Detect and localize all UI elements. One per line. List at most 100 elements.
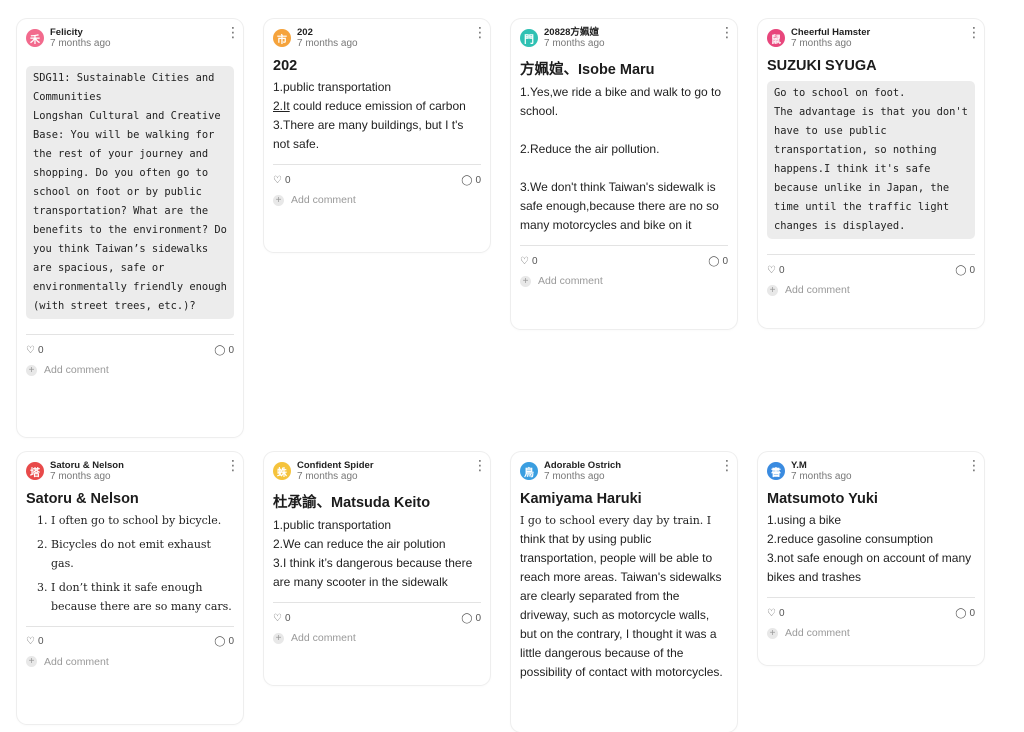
add-comment-button[interactable]: + Add comment <box>767 279 975 301</box>
like-count: 0 <box>37 344 44 356</box>
avatar: 門 <box>520 29 538 47</box>
divider <box>520 245 728 246</box>
comment-count: 0 <box>228 344 234 356</box>
comment-button[interactable]: ◯ 0 <box>461 613 481 624</box>
add-comment-label: Add comment <box>44 364 109 376</box>
post-card[interactable]: 鼠 Cheerful Hamster 7 months ago ⋮ SUZUKI … <box>758 19 984 328</box>
author-name: Satoru & Nelson <box>50 460 124 471</box>
more-options-icon[interactable]: ⋮ <box>473 26 487 41</box>
add-comment-button[interactable]: + Add comment <box>26 651 234 673</box>
list-item: Bicycles do not emit exhaust gas. <box>51 535 234 574</box>
comment-icon: ◯ <box>461 174 473 186</box>
avatar: 鼠 <box>767 29 785 47</box>
post-card[interactable]: 鳥 Adorable Ostrich 7 months ago ⋮ Kamiyam… <box>511 452 737 732</box>
comment-button[interactable]: ◯ 0 <box>955 265 975 276</box>
list-item: I don’t think it safe enough because the… <box>51 578 234 617</box>
divider <box>767 597 975 598</box>
more-options-icon[interactable]: ⋮ <box>967 26 981 41</box>
post-time: 7 months ago <box>544 38 605 49</box>
add-comment-label: Add comment <box>785 284 850 296</box>
like-button[interactable]: ♡ 0 <box>273 613 291 624</box>
author-name: Confident Spider <box>297 460 374 471</box>
post-time: 7 months ago <box>297 471 358 482</box>
like-button[interactable]: ♡ 0 <box>767 265 785 276</box>
comment-count: 0 <box>475 612 481 624</box>
list-item: I often go to school by bicycle. <box>51 511 234 531</box>
post-card[interactable]: 塔 Satoru & Nelson 7 months ago ⋮ Satoru &… <box>17 452 243 724</box>
plus-icon: + <box>520 275 531 287</box>
like-button[interactable]: ♡ 0 <box>26 345 44 356</box>
author-name: 202 <box>297 27 313 38</box>
post-body: 1.public transportation 2.We can reduce … <box>273 518 473 589</box>
post-card[interactable]: 禾 Felicity 7 months ago ⋮ SDG11: Sustaina… <box>17 19 243 437</box>
divider <box>273 164 481 165</box>
comment-button[interactable]: ◯ 0 <box>955 608 975 619</box>
post-card[interactable]: 蛛 Confident Spider 7 months ago ⋮ 杜承諭、Mat… <box>264 452 490 685</box>
author-name: Y.M <box>791 460 807 471</box>
avatar: 禾 <box>26 29 44 47</box>
like-button[interactable]: ♡ 0 <box>26 636 44 647</box>
divider <box>767 254 975 255</box>
comment-count: 0 <box>228 636 234 647</box>
post-card[interactable]: 門 20828方姵媗 7 months ago ⋮ 方姵媗、Isobe Maru … <box>511 19 737 329</box>
like-count: 0 <box>531 255 538 267</box>
post-header: 門 20828方姵媗 7 months ago ⋮ <box>520 26 734 57</box>
post-card[interactable]: 書 Y.M 7 months ago ⋮ Matsumoto Yuki 1.usi… <box>758 452 984 665</box>
more-options-icon[interactable]: ⋮ <box>226 26 240 41</box>
heart-icon: ♡ <box>26 636 35 647</box>
add-comment-label: Add comment <box>291 632 356 644</box>
heart-icon: ♡ <box>767 607 776 619</box>
post-title: Kamiyama Haruki <box>520 491 642 507</box>
comment-count: 0 <box>969 607 975 619</box>
comment-icon: ◯ <box>461 612 473 624</box>
post-header: 市 202 7 months ago ⋮ <box>273 26 487 57</box>
add-comment-button[interactable]: + Add comment <box>273 189 481 211</box>
comment-count: 0 <box>969 264 975 276</box>
avatar: 蛛 <box>273 462 291 480</box>
heart-icon: ♡ <box>273 174 282 186</box>
more-options-icon[interactable]: ⋮ <box>226 459 240 474</box>
plus-icon: + <box>26 364 37 376</box>
post-header: 塔 Satoru & Nelson 7 months ago ⋮ <box>26 459 240 490</box>
post-title: Satoru & Nelson <box>26 491 139 507</box>
avatar: 鳥 <box>520 462 538 480</box>
comment-button[interactable]: ◯ 0 <box>214 636 234 647</box>
post-header: 蛛 Confident Spider 7 months ago ⋮ <box>273 459 487 490</box>
more-options-icon[interactable]: ⋮ <box>720 26 734 41</box>
heart-icon: ♡ <box>767 264 776 276</box>
post-body: SDG11: Sustainable Cities and Communitie… <box>26 66 234 319</box>
plus-icon: + <box>26 656 37 667</box>
comment-icon: ◯ <box>214 636 226 647</box>
divider <box>26 625 234 627</box>
plus-icon: + <box>273 194 284 206</box>
heart-icon: ♡ <box>273 612 282 624</box>
post-title: 202 <box>273 58 298 74</box>
add-comment-button[interactable]: + Add comment <box>520 270 728 292</box>
post-title: Matsumoto Yuki <box>767 491 878 507</box>
post-body: 1.Yes,we ride a bike and walk to go to s… <box>520 85 722 232</box>
avatar: 市 <box>273 29 291 47</box>
comment-button[interactable]: ◯ 0 <box>461 175 481 186</box>
add-comment-label: Add comment <box>44 655 109 668</box>
add-comment-button[interactable]: + Add comment <box>273 627 481 649</box>
add-comment-button[interactable]: + Add comment <box>767 622 975 644</box>
comment-icon: ◯ <box>214 344 226 356</box>
more-options-icon[interactable]: ⋮ <box>967 459 981 474</box>
comment-button[interactable]: ◯ 0 <box>214 345 234 356</box>
like-button[interactable]: ♡ 0 <box>520 256 538 267</box>
post-time: 7 months ago <box>791 38 852 49</box>
comment-count: 0 <box>475 174 481 186</box>
like-button[interactable]: ♡ 0 <box>273 175 291 186</box>
comment-button[interactable]: ◯ 0 <box>708 256 728 267</box>
add-comment-button[interactable]: + Add comment <box>26 359 234 381</box>
like-button[interactable]: ♡ 0 <box>767 608 785 619</box>
more-options-icon[interactable]: ⋮ <box>473 459 487 474</box>
post-body: 1.using a bike 2.reduce gasoline consump… <box>767 513 972 584</box>
post-title: SUZUKI SYUGA <box>767 58 877 74</box>
post-body: I go to school every day by train. Ithin… <box>520 514 725 679</box>
comment-count: 0 <box>722 255 728 267</box>
plus-icon: + <box>767 284 778 296</box>
more-options-icon[interactable]: ⋮ <box>720 459 734 474</box>
divider <box>26 334 234 335</box>
post-card[interactable]: 市 202 7 months ago ⋮ 202 1.public transpo… <box>264 19 490 252</box>
